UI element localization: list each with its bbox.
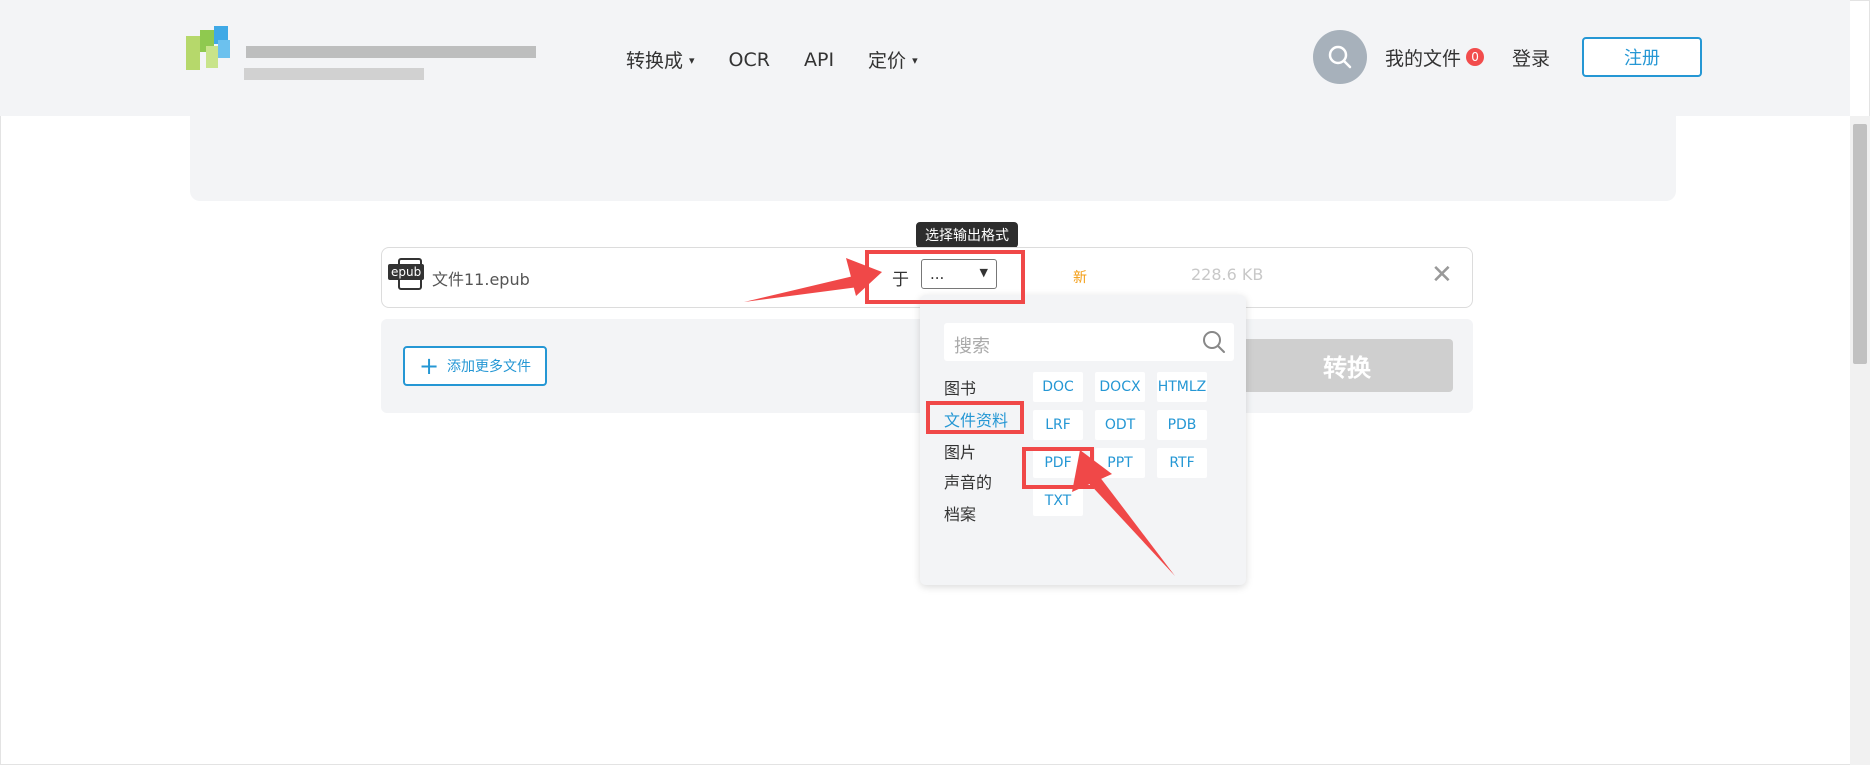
search-icon — [1203, 331, 1225, 353]
file-type-tag: epub — [388, 264, 425, 280]
my-files-label: 我的文件 — [1385, 47, 1462, 70]
my-files-count-badge: 0 — [1466, 48, 1485, 66]
format-option-pdf[interactable]: PDF — [1033, 448, 1083, 478]
format-option-rtf[interactable]: RTF — [1157, 448, 1207, 478]
nav-convert-to-label: 转换成 — [626, 50, 684, 72]
category-audio[interactable]: 声音的 — [944, 469, 992, 493]
format-option-htmlz[interactable]: HTMLZ — [1157, 372, 1207, 402]
output-format-select[interactable]: ... ▼ — [921, 259, 997, 289]
nav-convert-to[interactable]: 转换成 ▾ — [626, 46, 695, 73]
my-files-link[interactable]: 我的文件 0 — [1385, 44, 1485, 71]
to-label: 于 — [892, 270, 909, 290]
format-option-ppt[interactable]: PPT — [1095, 448, 1145, 478]
chevron-down-icon: ▾ — [912, 54, 918, 67]
login-link[interactable]: 登录 — [1512, 44, 1550, 71]
category-archives[interactable]: 档案 — [944, 501, 976, 525]
register-button[interactable]: 注册 — [1582, 37, 1703, 77]
selected-format: ... — [930, 265, 945, 283]
site-logo[interactable] — [186, 24, 536, 92]
format-option-lrf[interactable]: LRF — [1033, 410, 1083, 440]
format-option-txt[interactable]: TXT — [1033, 486, 1083, 516]
hero-panel — [190, 116, 1676, 201]
format-option-odt[interactable]: ODT — [1095, 410, 1145, 440]
file-size: 228.6 KB — [1191, 265, 1264, 284]
nav-ocr-label: OCR — [728, 48, 770, 71]
format-option-doc[interactable]: DOC — [1033, 372, 1083, 402]
file-name: 文件11.epub — [432, 270, 530, 289]
category-books[interactable]: 图书 — [944, 375, 976, 399]
nav-api[interactable]: API — [804, 49, 834, 71]
nav-pricing[interactable]: 定价 ▾ — [868, 46, 918, 73]
convert-button[interactable]: 转换 — [1241, 339, 1453, 392]
nav-pricing-label: 定价 — [868, 50, 907, 72]
site-header: 转换成 ▾ OCR API 定价 ▾ 我的文件 0 登录 注册 — [0, 0, 1850, 116]
search-placeholder: 搜索 — [954, 336, 990, 357]
search-button[interactable] — [1313, 30, 1367, 84]
nav-ocr[interactable]: OCR — [729, 49, 770, 71]
search-icon — [1328, 45, 1352, 69]
remove-file-close-icon[interactable]: ✕ — [1431, 260, 1453, 290]
main-nav: 转换成 ▾ OCR API 定价 ▾ — [626, 46, 952, 73]
page-scrollbar[interactable] — [1850, 116, 1870, 765]
format-option-docx[interactable]: DOCX — [1095, 372, 1145, 402]
output-format-tooltip: 选择输出格式 — [916, 222, 1018, 254]
plus-icon: + — [418, 352, 440, 380]
format-search-input[interactable]: 搜索 — [944, 323, 1234, 361]
chevron-down-icon: ▼ — [979, 266, 988, 279]
epub-file-icon: epub — [388, 258, 425, 292]
status-badge: 新 — [1073, 270, 1087, 286]
format-dropdown: 搜索 图书 文件资料 图片 声音的 档案 DOC DOCX HTMLZ LRF … — [920, 295, 1246, 585]
category-documents[interactable]: 文件资料 — [944, 407, 1008, 431]
category-images[interactable]: 图片 — [944, 439, 976, 463]
nav-api-label: API — [803, 48, 835, 71]
format-option-pdb[interactable]: PDB — [1157, 410, 1207, 440]
add-more-files-label: 添加更多文件 — [447, 359, 532, 375]
header-right: 我的文件 0 登录 注册 — [1313, 30, 1703, 84]
add-more-files-button[interactable]: + 添加更多文件 — [403, 346, 547, 386]
scrollbar-thumb[interactable] — [1853, 124, 1867, 364]
chevron-down-icon: ▾ — [689, 54, 695, 67]
